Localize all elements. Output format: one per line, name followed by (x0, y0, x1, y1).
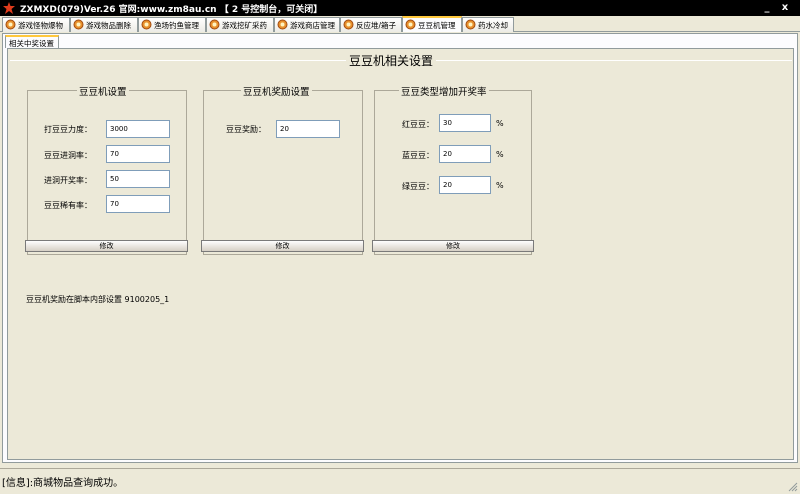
tab-reactor[interactable]: 反应堆/箱子 (340, 17, 402, 32)
group-reward-settings (203, 90, 363, 255)
tab-mining[interactable]: 游戏挖矿采药 (206, 17, 274, 32)
rare-rate-input[interactable]: 70 (106, 195, 170, 213)
tab-icon (73, 19, 84, 30)
red-rate-input[interactable]: 30 (439, 114, 491, 132)
percent-unit: % (496, 181, 504, 190)
reward-input[interactable]: 20 (276, 120, 340, 138)
resize-grip-icon[interactable] (786, 480, 798, 492)
tab-icon (465, 19, 476, 30)
field-label-red: 红豆豆： (402, 120, 434, 129)
modify-machine-button[interactable]: 修改 (25, 240, 188, 252)
field-label-blue: 蓝豆豆： (402, 151, 434, 160)
percent-unit: % (496, 150, 504, 159)
field-label-reward: 豆豆奖励： (226, 125, 266, 134)
tab-monster-drops[interactable]: 游戏怪物爆物 (2, 17, 70, 32)
group-title-types: 豆豆类型增加开奖率 (399, 84, 489, 98)
tab-icon (277, 19, 288, 30)
close-button[interactable]: x (778, 1, 792, 14)
tab-item-delete[interactable]: 游戏物品删除 (70, 17, 138, 32)
percent-unit: % (496, 119, 504, 128)
tab-icon (405, 19, 416, 30)
field-label-hole-rate: 豆豆进洞率： (44, 151, 92, 160)
minimize-button[interactable]: _ (760, 1, 774, 14)
field-label-prize-rate: 进洞开奖率： (44, 176, 92, 185)
app-icon (3, 2, 15, 14)
field-label-power: 打豆豆力度： (44, 125, 92, 134)
hole-rate-input[interactable]: 70 (106, 145, 170, 163)
tab-icon (343, 19, 354, 30)
subtab-prize-settings[interactable]: 相关中奖设置 (5, 35, 59, 48)
modify-reward-button[interactable]: 修改 (201, 240, 364, 252)
status-message: [信息]:商城物品查询成功。 (2, 478, 124, 489)
modify-types-button[interactable]: 修改 (372, 240, 534, 252)
field-label-rare-rate: 豆豆稀有率： (44, 201, 92, 210)
prize-rate-input[interactable]: 50 (106, 170, 170, 188)
tab-potion-cooldown[interactable]: 药水冷却 (462, 17, 514, 32)
tab-bar: 游戏怪物爆物 游戏物品删除 渔场钓鱼管理 游戏挖矿采药 游戏商店管理 反应堆/箱… (0, 16, 800, 32)
group-title-machine: 豆豆机设置 (77, 84, 129, 98)
script-note: 豆豆机奖励在脚本内部设置 9100205_1 (26, 295, 170, 304)
tab-shop[interactable]: 游戏商店管理 (274, 17, 340, 32)
tab-icon (209, 19, 220, 30)
tab-pachinko[interactable]: 豆豆机管理 (402, 16, 462, 32)
power-input[interactable]: 3000 (106, 120, 170, 138)
tab-icon (5, 19, 16, 30)
field-label-green: 绿豆豆： (402, 182, 434, 191)
tab-icon (141, 19, 152, 30)
group-title-reward: 豆豆机奖励设置 (241, 84, 312, 98)
title-bar: ZXMXD(079)Ver.26 官网:www.zm8au.cn 【 2 号控制… (0, 0, 800, 16)
tab-fishing[interactable]: 渔场钓鱼管理 (138, 17, 206, 32)
blue-rate-input[interactable]: 20 (439, 145, 491, 163)
window-title: ZXMXD(079)Ver.26 官网:www.zm8au.cn 【 2 号控制… (20, 5, 323, 15)
green-rate-input[interactable]: 20 (439, 176, 491, 194)
page-title: 豆豆机相关设置 (346, 52, 437, 69)
